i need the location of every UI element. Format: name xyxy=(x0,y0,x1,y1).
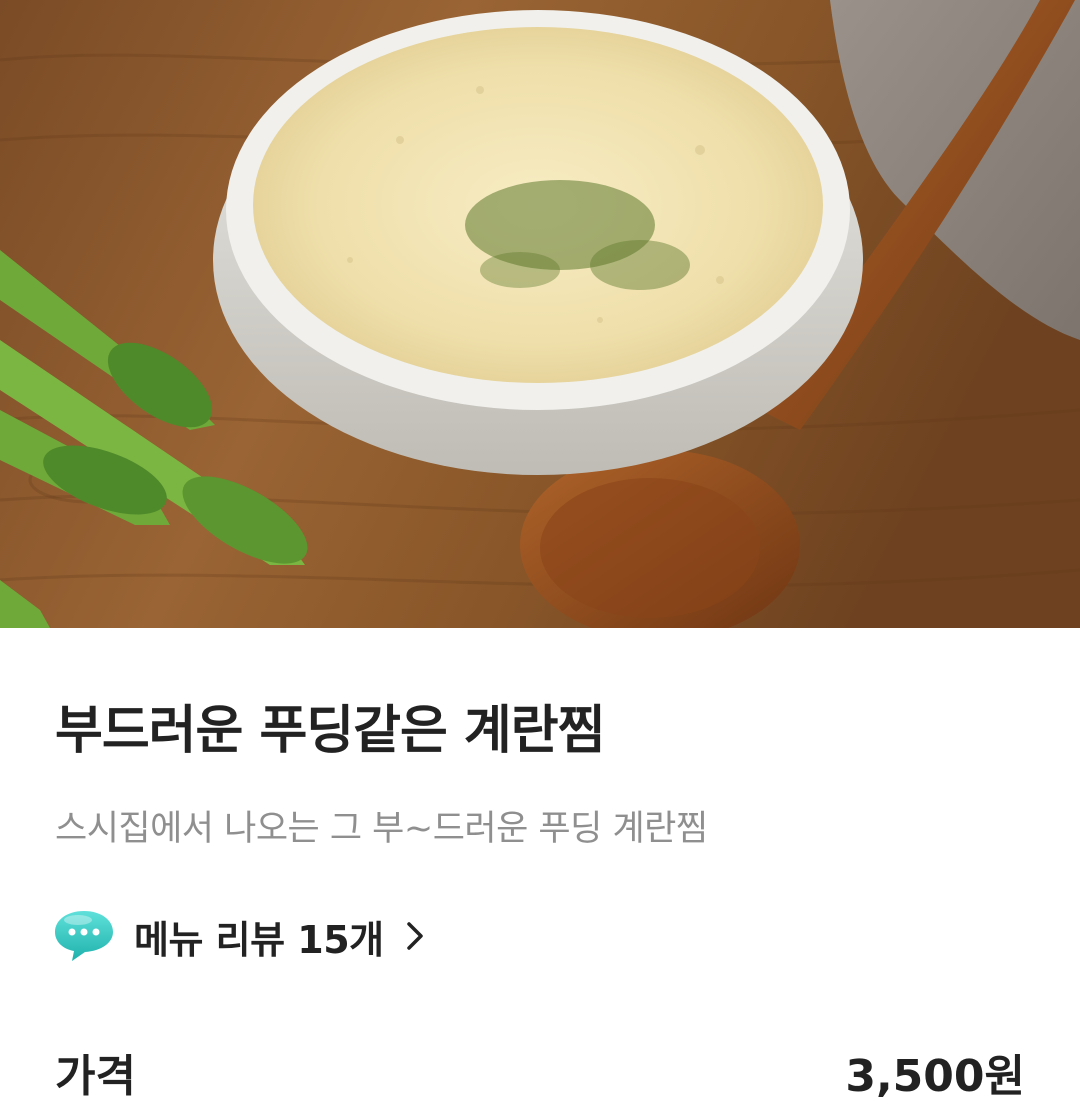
speech-bubble-icon xyxy=(52,908,116,964)
price-label: 가격 xyxy=(55,1051,136,1102)
menu-photo xyxy=(0,0,1080,628)
menu-detail-page: 부드러운 푸딩같은 계란찜 스시집에서 나오는 그 부~드러운 푸딩 계란찜 메… xyxy=(0,0,1080,1110)
chevron-right-icon xyxy=(406,921,424,951)
menu-description: 스시집에서 나오는 그 부~드러운 푸딩 계란찜 xyxy=(55,809,708,849)
review-count-label: 메뉴 리뷰 15개 xyxy=(134,917,384,962)
menu-review-link[interactable]: 메뉴 리뷰 15개 xyxy=(52,906,424,966)
price-value: 3,500원 xyxy=(845,1051,1025,1102)
menu-title: 부드러운 푸딩같은 계란찜 xyxy=(55,701,605,761)
